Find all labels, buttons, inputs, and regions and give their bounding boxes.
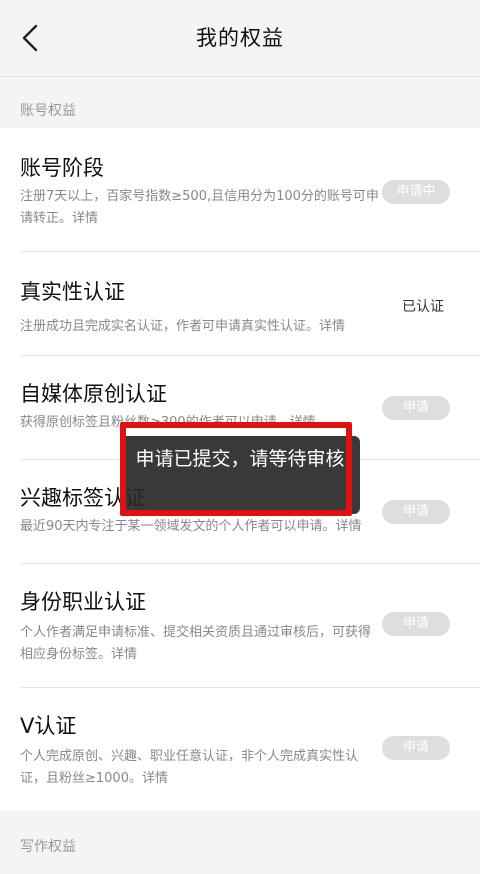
item-desc: 注册成功且完成实名认证，作者可申请真实性认证。详情 [20, 319, 346, 334]
list-item-authenticity[interactable]: 真实性认证 注册成功且完成实名认证，作者可申请真实性认证。详情 已认证 [0, 252, 480, 356]
page-title: 我的权益 [196, 26, 284, 50]
app-header: 我的权益 [0, 0, 480, 77]
apply-button[interactable]: 申请 [382, 500, 450, 524]
item-title: 身份职业认证 [20, 590, 146, 614]
apply-button[interactable]: 申请 [382, 396, 450, 420]
section-label-writing: 写作权益 [20, 839, 76, 855]
list-item-account-stage[interactable]: 账号阶段 注册7天以上，百家号指数≥500,且信用分为100分的账号可申请转正。… [0, 128, 480, 252]
item-title: 真实性认证 [20, 280, 125, 304]
item-desc: 个人作者满足申请标准、提交相关资质且通过审核后，可获得相应身份标签。详情 [20, 625, 372, 662]
list-item-profession[interactable]: 身份职业认证 个人作者满足申请标准、提交相关资质且通过审核后，可获得相应身份标签… [0, 564, 480, 688]
item-title: 自媒体原创认证 [20, 382, 167, 406]
item-desc: 个人完成原创、兴趣、职业任意认证，非个人完成真实性认证，且粉丝≥1000。详情 [20, 749, 359, 786]
item-desc: 注册7天以上，百家号指数≥500,且信用分为100分的账号可申请转正。详情 [20, 189, 379, 226]
highlight-box [120, 422, 352, 516]
list-item-v-verify[interactable]: V认证 个人完成原创、兴趣、职业任意认证，非个人完成真实性认证，且粉丝≥1000… [0, 688, 480, 810]
verified-status: 已认证 [402, 299, 444, 315]
apply-button[interactable]: 申请 [382, 612, 450, 636]
item-title: 账号阶段 [20, 156, 104, 180]
apply-status-button[interactable]: 申请中 [382, 180, 450, 204]
apply-button[interactable]: 申请 [382, 736, 450, 760]
section-label-account: 账号权益 [20, 103, 76, 119]
item-desc: 最近90天内专注于某一领域发文的个人作者可以申请。详情 [20, 519, 362, 534]
item-title: V认证 [20, 714, 77, 738]
